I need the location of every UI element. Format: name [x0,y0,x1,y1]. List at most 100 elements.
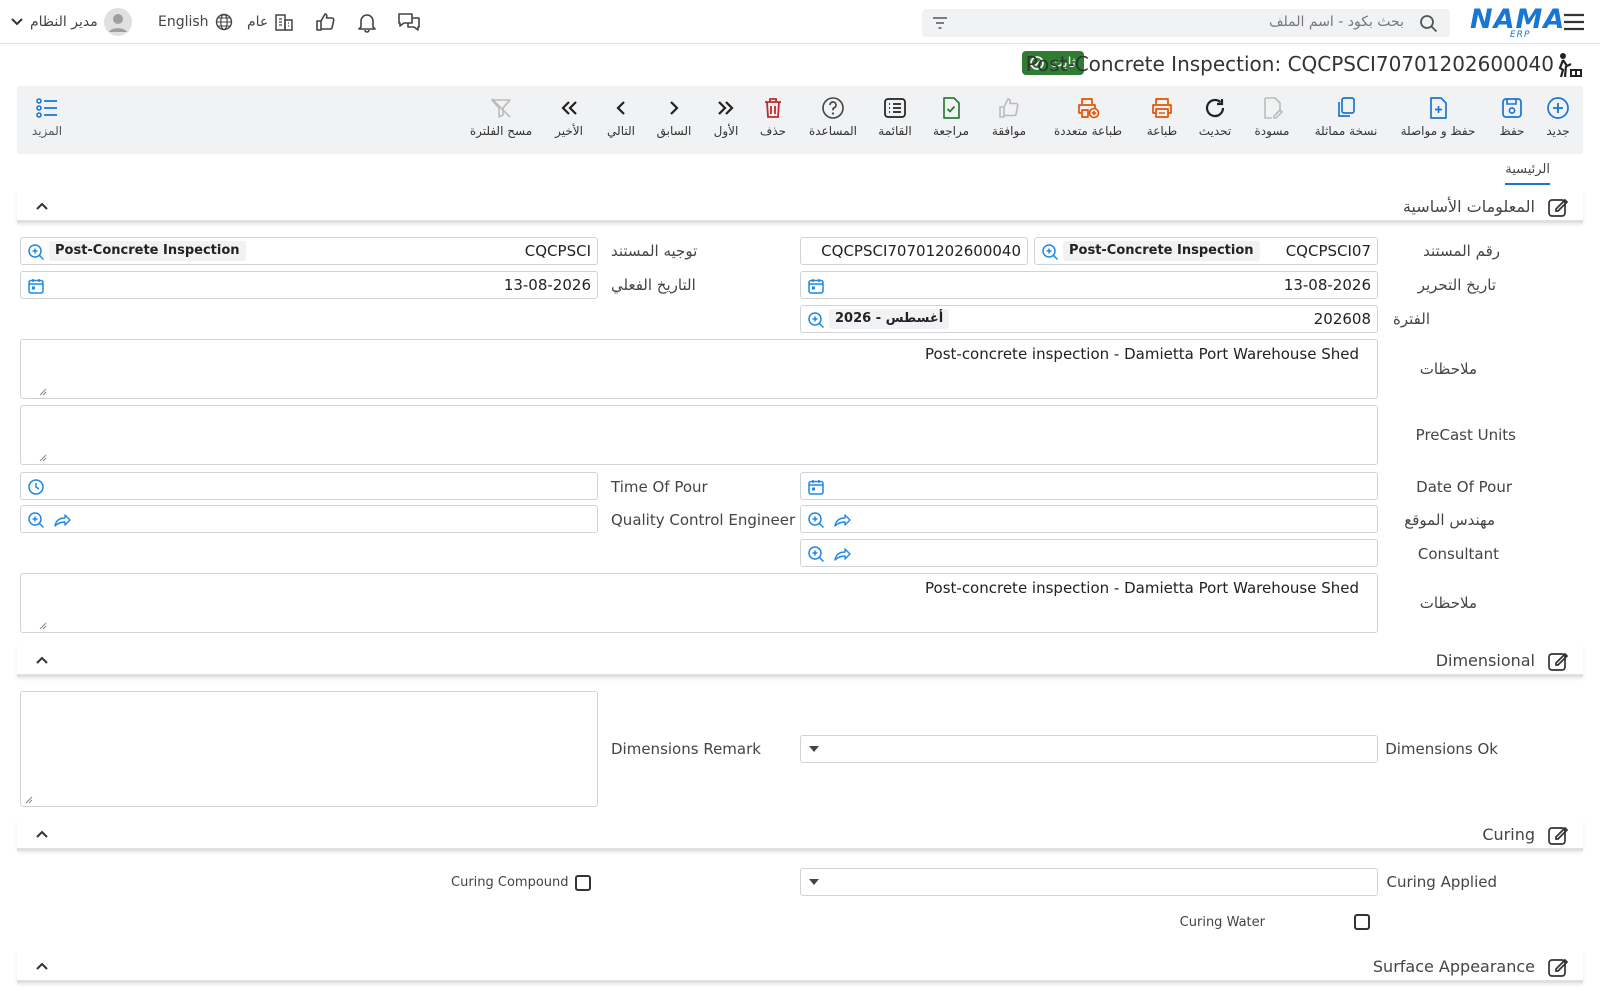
dimensions-remark-textarea[interactable] [20,691,598,807]
site-engineer-field[interactable] [800,505,1378,533]
curing-compound-checkbox[interactable] [575,875,591,891]
messages-button[interactable] [397,0,421,44]
refresh-button[interactable]: تحديث [1198,86,1232,154]
edit-square-icon[interactable] [1547,650,1569,672]
approve-button[interactable]: موافقة [991,86,1027,154]
precast-label: PreCast Units [1415,426,1516,444]
edit-date-value: 13-08-2026 [1283,276,1371,294]
doc-book-code: CQCPSCI07 [1285,242,1371,260]
doc-number-field[interactable]: CQCPSCI70701202600040 [800,237,1028,265]
doc-direction-field[interactable]: Post-Concrete Inspection CQCPSCI [20,237,598,265]
remarks-textarea[interactable]: Post-concrete inspection - Damietta Port… [20,339,1378,399]
chevron-up-icon[interactable] [35,959,49,973]
date-of-pour-label: Date Of Pour [1416,478,1512,496]
chevron-left-icon [616,101,625,115]
last-button[interactable]: الأخير [551,86,587,154]
edit-date-label: تاريخ التحرير [1417,276,1496,294]
edit-square-icon[interactable] [1547,824,1569,846]
search-plus-icon[interactable] [807,311,825,329]
precast-textarea[interactable] [20,405,1378,465]
save-continue-button[interactable]: حفظ و مواصلة [1400,86,1476,154]
duplicate-button[interactable]: نسخة مماثلة [1315,86,1377,154]
avatar-icon [103,8,132,36]
section-header-surface[interactable]: Surface Appearance [17,951,1583,983]
actual-date-value: 13-08-2026 [503,276,591,294]
search-plus-icon[interactable] [807,511,825,529]
search-plus-icon[interactable] [1041,243,1059,261]
date-of-pour-field[interactable] [800,472,1378,500]
search-plus-icon[interactable] [27,243,45,261]
share-forward-icon[interactable] [53,511,71,529]
chevron-right-icon [670,101,679,115]
hamburger-menu[interactable] [1562,0,1586,44]
first-button[interactable]: الأول [710,86,742,154]
last-label: الأخير [555,124,583,138]
tab-main[interactable]: الرئيسية [1505,162,1550,185]
global-search[interactable]: بحث بكود - اسم الملف [922,9,1450,37]
printer-plus-icon [1078,98,1100,119]
previous-button[interactable]: السابق [655,86,693,154]
toolbar: المزيد مسح الفلترة الأخير التالي السابق … [17,86,1583,154]
section-header-basic[interactable]: المعلومات الأساسية [17,191,1583,223]
like-button[interactable] [314,0,336,44]
clock-icon[interactable] [27,478,45,496]
search-plus-icon[interactable] [807,545,825,563]
edit-square-icon[interactable] [1547,956,1569,978]
edit-date-field[interactable]: 13-08-2026 [800,271,1378,299]
chevron-up-icon[interactable] [35,827,49,841]
chevron-up-icon[interactable] [35,653,49,667]
more-label: المزيد [31,124,63,138]
calendar-icon[interactable] [807,478,825,496]
list-button[interactable]: القائمة [877,86,913,154]
resize-grip-icon[interactable] [25,796,33,804]
chevrons-left-icon [561,101,577,115]
resize-grip-icon[interactable] [39,388,47,396]
qc-engineer-field[interactable] [20,505,598,533]
period-field[interactable]: 2026 - أغسطس 202608 [800,305,1378,333]
notifications-button[interactable] [356,0,378,44]
calendar-icon[interactable] [27,277,45,295]
consultant-field[interactable] [800,539,1378,567]
new-button[interactable]: جديد [1543,86,1573,154]
curing-water-label: Curing Water [1179,915,1265,930]
remarks2-textarea[interactable]: Post-concrete inspection - Damietta Port… [20,573,1378,633]
time-of-pour-field[interactable] [20,472,598,500]
doc-direction-label: توجيه المستند [611,242,698,260]
doc-book-field[interactable]: Post-Concrete Inspection CQCPSCI07 [1034,237,1378,265]
refresh-icon [1205,98,1225,118]
dimensions-ok-select[interactable] [800,735,1378,763]
share-forward-icon[interactable] [833,545,851,563]
draft-button[interactable]: مسودة [1254,86,1290,154]
save-button[interactable]: حفظ [1497,86,1527,154]
company-switch[interactable]: عام [247,0,294,44]
resize-grip-icon[interactable] [39,454,47,462]
curing-applied-select[interactable] [800,868,1378,896]
section-header-curing[interactable]: Curing [17,819,1583,851]
delete-label: حذف [759,124,787,138]
user-menu[interactable]: مدير النظام [10,0,132,44]
multi-print-button[interactable]: طباعة متعددة [1053,86,1123,154]
search-plus-icon[interactable] [27,511,45,529]
language-switch[interactable]: English [158,0,233,44]
doc-number-value: CQCPSCI70701202600040 [821,242,1021,260]
delete-button[interactable]: حذف [758,86,788,154]
next-button[interactable]: التالي [603,86,639,154]
remarks-label: ملاحظات [1419,360,1477,378]
doc-book-name: Post-Concrete Inspection [1063,241,1260,261]
site-engineer-label: مهندس الموقع [1404,511,1495,529]
review-button[interactable]: مراجعة [933,86,969,154]
resize-grip-icon[interactable] [39,622,47,630]
print-button[interactable]: طباعة [1147,86,1177,154]
share-forward-icon[interactable] [833,511,851,529]
remarks2-label: ملاحظات [1419,594,1477,612]
clear-filter-button[interactable]: مسح الفلترة [469,86,533,154]
help-button[interactable]: المساعدة [808,86,858,154]
actual-date-field[interactable]: 13-08-2026 [20,271,598,299]
edit-square-icon[interactable] [1547,196,1569,218]
section-header-dimensional[interactable]: Dimensional [17,645,1583,677]
chevron-up-icon[interactable] [35,199,49,213]
filter-icon[interactable] [932,15,948,31]
calendar-icon[interactable] [807,277,825,295]
more-button[interactable]: المزيد [31,86,63,154]
curing-water-checkbox[interactable] [1354,914,1370,930]
